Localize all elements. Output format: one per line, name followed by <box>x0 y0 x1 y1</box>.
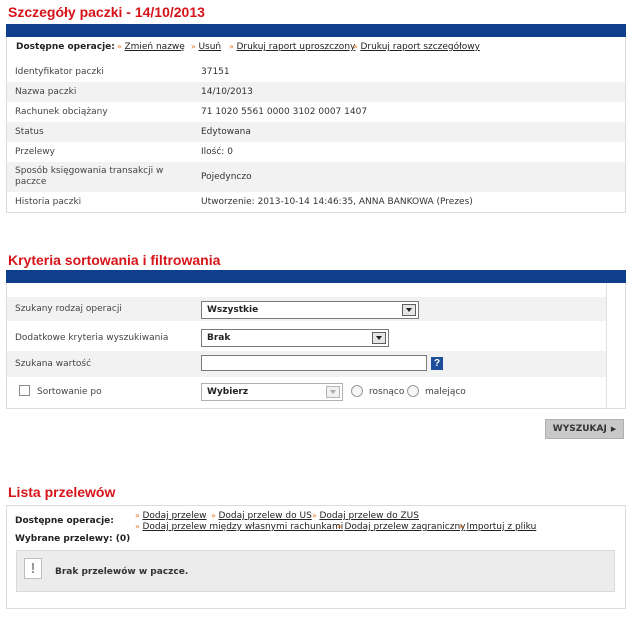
details-row: Rachunek obciążany 71 1020 5561 0000 310… <box>7 102 625 122</box>
selected-transfers-count: Wybrane przelewy: (0) <box>15 534 131 544</box>
details-row: Przelewy Ilość: 0 <box>7 142 625 162</box>
play-icon: ▶ <box>610 425 617 433</box>
transfers-ops-label: Dostępne operacje: <box>15 516 114 526</box>
extra-criteria-select[interactable]: Brak <box>201 329 389 347</box>
details-box: Dostępne operacje: » Zmień nazwę » Usuń … <box>6 37 626 213</box>
filter-box: Szukany rodzaj operacji Wszystkie Dodatk… <box>6 283 626 409</box>
sort-asc-radio[interactable] <box>351 385 363 397</box>
empty-message-box: ! Brak przelewów w paczce. <box>16 550 615 592</box>
row-label: Historia paczki <box>15 197 82 207</box>
row-label: Rachunek obciążany <box>15 107 108 117</box>
filter-title: Kryteria sortowania i filtrowania <box>8 252 221 268</box>
sort-desc-radio[interactable] <box>407 385 419 397</box>
search-button[interactable]: WYSZUKAJ ▶ <box>545 419 624 439</box>
row-label: Nazwa paczki <box>15 87 77 97</box>
sort-asc-label: rosnąco <box>369 387 405 397</box>
filter-row-sort: Sortowanie po Wybierz rosnąco malejąco <box>7 377 606 405</box>
search-value-input[interactable] <box>201 355 427 371</box>
details-row: Identyfikator paczki 37151 <box>7 62 625 82</box>
transfers-title: Lista przelewów <box>8 484 116 500</box>
sort-field-select[interactable]: Wybierz <box>201 383 343 401</box>
row-value: Ilość: 0 <box>201 147 233 157</box>
details-op-print-simple[interactable]: » Drukuj raport uproszczony <box>229 42 355 52</box>
details-ops-label: Dostępne operacje: <box>16 42 115 52</box>
row-label: Szukany rodzaj operacji <box>15 304 122 314</box>
filter-row-extra-criteria: Dodatkowe kryteria wyszukiwania Brak <box>7 325 606 351</box>
op-add-transfer-us[interactable]: » Dodaj przelew do US <box>211 511 312 521</box>
row-value: 14/10/2013 <box>201 87 253 97</box>
row-value: 71 1020 5561 0000 3102 0007 1407 <box>201 107 368 117</box>
details-op-rename[interactable]: » Zmień nazwę <box>117 42 185 52</box>
row-label: Sposób księgowania transakcji w paczce <box>15 166 164 187</box>
details-row: Sposób księgowania transakcji w paczce P… <box>7 162 625 192</box>
details-op-print-detailed[interactable]: » Drukuj raport szczegółowy <box>353 42 480 52</box>
op-add-transfer[interactable]: » Dodaj przelew <box>135 511 207 521</box>
details-op-delete[interactable]: » Usuń <box>191 42 221 52</box>
row-label: Sortowanie po <box>37 387 102 397</box>
details-title: Szczegóły paczki - 14/10/2013 <box>8 4 205 20</box>
op-add-own-transfer[interactable]: » Dodaj przelew między własnymi rachunka… <box>135 522 343 532</box>
sort-checkbox[interactable] <box>19 385 30 396</box>
column-divider <box>606 283 607 408</box>
chevron-down-icon[interactable] <box>372 332 386 344</box>
filter-row-operation-type: Szukany rodzaj operacji Wszystkie <box>7 297 606 321</box>
details-operations: Dostępne operacje: » Zmień nazwę » Usuń … <box>7 37 625 55</box>
chevron-down-icon[interactable] <box>402 304 416 316</box>
row-value: Edytowana <box>201 127 251 137</box>
help-icon[interactable]: ? <box>431 357 443 370</box>
row-label: Identyfikator paczki <box>15 67 104 77</box>
op-import-file[interactable]: » Importuj z pliku <box>459 522 536 532</box>
transfers-box: Dostępne operacje: Wybrane przelewy: (0)… <box>6 505 626 609</box>
op-add-foreign-transfer[interactable]: » Dodaj przelew zagraniczny <box>337 522 465 532</box>
empty-message: Brak przelewów w paczce. <box>55 567 189 577</box>
row-value: 37151 <box>201 67 230 77</box>
sort-desc-label: malejąco <box>425 387 466 397</box>
filter-header-bar <box>6 270 626 283</box>
op-add-transfer-zus[interactable]: » Dodaj przelew do ZUS <box>312 511 419 521</box>
warning-icon: ! <box>24 558 42 579</box>
details-row: Nazwa paczki 14/10/2013 <box>7 82 625 102</box>
details-row: Status Edytowana <box>7 122 625 142</box>
row-label: Status <box>15 127 44 137</box>
chevron-down-icon[interactable] <box>326 386 340 398</box>
row-label: Szukana wartość <box>15 359 92 369</box>
row-label: Przelewy <box>15 147 55 157</box>
details-header-bar <box>6 24 626 37</box>
row-value: Utworzenie: 2013-10-14 14:46:35, ANNA BA… <box>201 197 473 207</box>
row-value: Pojedynczo <box>201 172 252 182</box>
filter-row-search-value: Szukana wartość ? <box>7 351 606 377</box>
details-row: Historia paczki Utworzenie: 2013-10-14 1… <box>7 192 625 212</box>
operation-type-select[interactable]: Wszystkie <box>201 301 419 319</box>
row-label: Dodatkowe kryteria wyszukiwania <box>15 333 169 343</box>
